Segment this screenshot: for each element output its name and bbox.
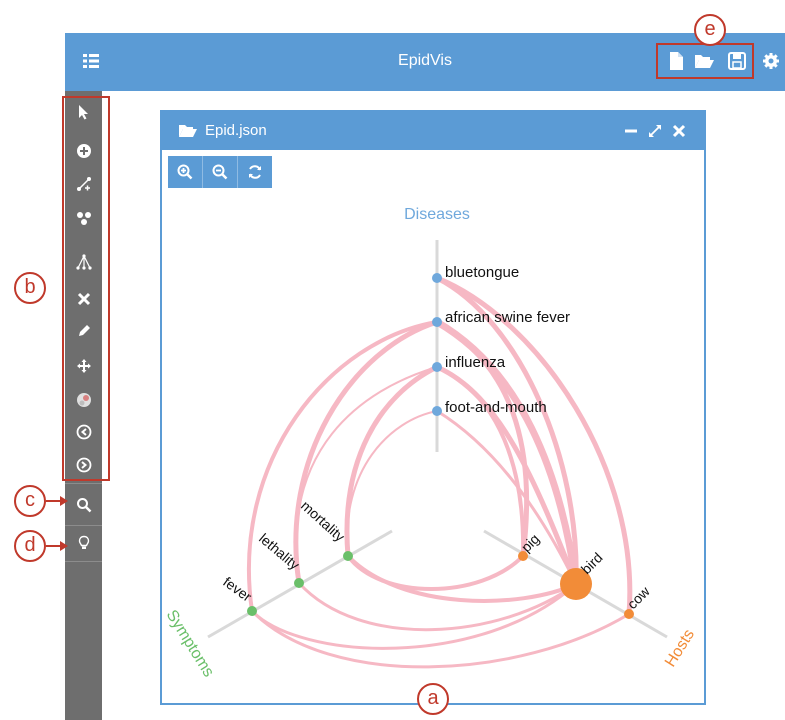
disease-node[interactable] <box>432 362 442 372</box>
callout-a: a <box>417 683 449 715</box>
callout-b: b <box>14 272 46 304</box>
disease-node[interactable] <box>432 273 442 283</box>
axis-label-diseases: Diseases <box>404 206 470 223</box>
callout-box-b <box>62 96 110 481</box>
disease-label: influenza <box>445 354 506 371</box>
symptom-label: mortality <box>298 497 348 544</box>
disease-label: bluetongue <box>445 264 519 281</box>
disease-label: african swine fever <box>445 309 570 326</box>
axis-label-symptoms: Symptoms <box>163 607 217 680</box>
link <box>346 410 438 557</box>
callout-e: e <box>694 14 726 46</box>
disease-node[interactable] <box>432 317 442 327</box>
link <box>346 554 578 603</box>
symptom-node[interactable] <box>247 606 257 616</box>
axis-label-hosts: Hosts <box>662 626 698 670</box>
callout-box-e <box>656 43 754 79</box>
symptom-node[interactable] <box>343 551 353 561</box>
link <box>295 366 438 584</box>
link <box>293 319 440 586</box>
axes-group <box>207 240 668 639</box>
link <box>346 554 525 591</box>
hive-plot[interactable]: Diseases Symptoms Hosts bluetongue afric… <box>0 0 785 720</box>
symptom-node[interactable] <box>294 578 304 588</box>
callout-c: c <box>14 485 46 517</box>
arrowhead-c <box>60 496 68 506</box>
link <box>344 364 440 559</box>
disease-label: foot-and-mouth <box>445 399 547 416</box>
callout-d: d <box>14 530 46 562</box>
link <box>246 320 439 613</box>
arrowhead-d <box>60 541 68 551</box>
links-group <box>246 275 633 669</box>
disease-node[interactable] <box>432 406 442 416</box>
